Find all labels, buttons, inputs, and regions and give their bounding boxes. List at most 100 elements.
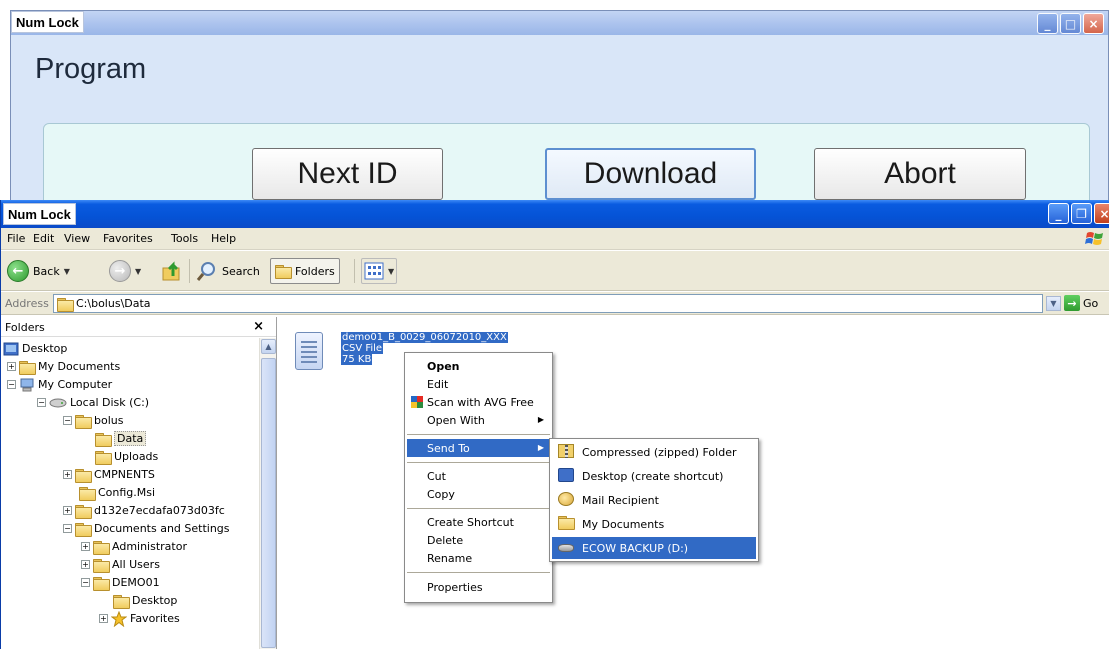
tree-item-my-documents[interactable]: + My Documents: [7, 358, 120, 375]
menu-scan-avg[interactable]: Scan with AVG Free: [407, 393, 550, 411]
menu-tools[interactable]: Tools: [171, 232, 198, 245]
download-button[interactable]: Download: [545, 148, 756, 200]
forward-button[interactable]: → ▼: [109, 258, 141, 284]
tree-item-bolus[interactable]: − bolus: [63, 412, 123, 429]
abort-button[interactable]: Abort: [814, 148, 1026, 200]
folders-button[interactable]: Folders: [270, 258, 340, 284]
folder-icon: [275, 265, 292, 279]
menu-delete[interactable]: Delete: [407, 531, 550, 549]
tree-item-my-computer[interactable]: − My Computer: [7, 376, 112, 393]
address-input[interactable]: C:\bolus\Data: [53, 294, 1043, 313]
menu-help[interactable]: Help: [211, 232, 236, 245]
go-label: Go: [1083, 296, 1099, 310]
explorer-titlebar[interactable]: Num Lock _ ❐ ×: [1, 200, 1109, 228]
search-button[interactable]: Search: [196, 258, 260, 284]
menu-file[interactable]: File: [7, 232, 25, 245]
close-button[interactable]: ×: [1094, 203, 1109, 224]
collapse-icon[interactable]: −: [81, 578, 90, 587]
search-icon: [196, 262, 215, 281]
tree-item-cmpnents[interactable]: + CMPNENTS: [63, 466, 155, 483]
menu-open[interactable]: Open: [407, 357, 550, 375]
folder-icon: [75, 504, 92, 519]
menu-rename[interactable]: Rename: [407, 549, 550, 567]
restore-button[interactable]: ❐: [1071, 203, 1092, 224]
program-window-title: Num Lock: [11, 11, 84, 33]
file-type: CSV File: [341, 343, 384, 354]
menu-separator: [407, 462, 550, 463]
menu-open-with[interactable]: Open With ▶: [407, 411, 550, 429]
collapse-icon[interactable]: −: [63, 416, 72, 425]
expand-icon[interactable]: +: [63, 506, 72, 515]
folders-pane-header: Folders ×: [1, 317, 276, 337]
minimize-button[interactable]: _: [1037, 13, 1058, 34]
expand-icon[interactable]: +: [81, 560, 90, 569]
tree-item-desktop[interactable]: Desktop: [3, 340, 67, 357]
drive-icon: [558, 544, 574, 552]
tree-item-all-users[interactable]: + All Users: [81, 556, 160, 573]
send-to-mail-recipient[interactable]: Mail Recipient: [552, 489, 756, 511]
tree-item-data[interactable]: Data: [95, 430, 147, 447]
mail-icon: [558, 492, 574, 506]
tree-item-documents-and-settings[interactable]: − Documents and Settings: [63, 520, 230, 537]
close-pane-button[interactable]: ×: [253, 319, 264, 334]
address-dropdown-button[interactable]: ▼: [1046, 296, 1061, 311]
menu-separator: [407, 508, 550, 509]
minimize-button[interactable]: _: [1048, 203, 1069, 224]
send-to-my-documents[interactable]: My Documents: [552, 513, 756, 535]
send-to-submenu: Compressed (zipped) Folder Desktop (crea…: [549, 438, 759, 562]
menu-favorites[interactable]: Favorites: [103, 232, 153, 245]
program-heading: Program: [35, 53, 147, 85]
chevron-down-icon[interactable]: ▼: [64, 267, 70, 276]
menu-send-to[interactable]: Send To ▶: [407, 439, 550, 457]
tree-item-favorites[interactable]: + Favorites: [99, 610, 180, 627]
tree-item-local-disk[interactable]: − Local Disk (C:): [37, 394, 149, 411]
expand-icon[interactable]: +: [63, 470, 72, 479]
up-folder-button[interactable]: [161, 258, 183, 284]
tree-item-uploads[interactable]: Uploads: [95, 448, 158, 465]
menu-properties[interactable]: Properties: [407, 578, 550, 596]
folder-tree-scrollbar[interactable]: ▲: [259, 338, 276, 649]
toolbar-separator: [354, 259, 355, 283]
forward-arrow-icon: →: [109, 260, 131, 282]
send-to-compressed-folder[interactable]: Compressed (zipped) Folder: [552, 441, 756, 463]
next-id-button[interactable]: Next ID: [252, 148, 443, 200]
send-to-desktop[interactable]: Desktop (create shortcut): [552, 465, 756, 487]
menu-copy[interactable]: Copy: [407, 485, 550, 503]
maximize-button[interactable]: □: [1060, 13, 1081, 34]
menu-separator: [407, 434, 550, 435]
explorer-window-controls: _ ❐ ×: [1048, 203, 1109, 224]
collapse-icon[interactable]: −: [7, 380, 16, 389]
expand-icon[interactable]: +: [7, 362, 16, 371]
back-button[interactable]: ← Back ▼: [7, 258, 70, 284]
views-button[interactable]: ▼: [361, 258, 398, 284]
chevron-down-icon[interactable]: ▼: [135, 267, 141, 276]
go-button[interactable]: → Go: [1064, 295, 1098, 311]
tree-item-d132e7[interactable]: + d132e7ecdafa073d03fc: [63, 502, 225, 519]
menu-create-shortcut[interactable]: Create Shortcut: [407, 513, 550, 531]
scroll-thumb[interactable]: [261, 358, 276, 648]
tree-item-config-msi[interactable]: Config.Msi: [79, 484, 155, 501]
avg-icon: [411, 396, 423, 408]
menu-edit[interactable]: Edit: [407, 375, 550, 393]
search-label: Search: [222, 264, 260, 278]
expand-icon[interactable]: +: [99, 614, 108, 623]
back-arrow-icon: ←: [7, 260, 29, 282]
menu-cut[interactable]: Cut: [407, 467, 550, 485]
close-button[interactable]: ×: [1083, 13, 1104, 34]
collapse-icon[interactable]: −: [63, 524, 72, 533]
tree-item-administrator[interactable]: + Administrator: [81, 538, 187, 555]
tree-item-demo01-desktop[interactable]: Desktop: [113, 592, 177, 609]
expand-icon[interactable]: +: [81, 542, 90, 551]
scroll-up-button[interactable]: ▲: [261, 339, 276, 354]
tree-item-demo01[interactable]: − DEMO01: [81, 574, 160, 591]
folder-icon: [558, 516, 575, 530]
menu-view[interactable]: View: [64, 232, 90, 245]
collapse-icon[interactable]: −: [37, 398, 46, 407]
drive-icon: [49, 398, 67, 407]
send-to-ecow-backup[interactable]: ECOW BACKUP (D:): [552, 537, 756, 559]
folders-pane: Folders × Desktop + My Documents − My Co…: [1, 317, 277, 649]
program-titlebar[interactable]: Num Lock _ □ ×: [11, 11, 1108, 35]
menu-edit[interactable]: Edit: [33, 232, 54, 245]
folder-open-icon: [95, 432, 112, 447]
submenu-arrow-icon: ▶: [537, 443, 544, 452]
